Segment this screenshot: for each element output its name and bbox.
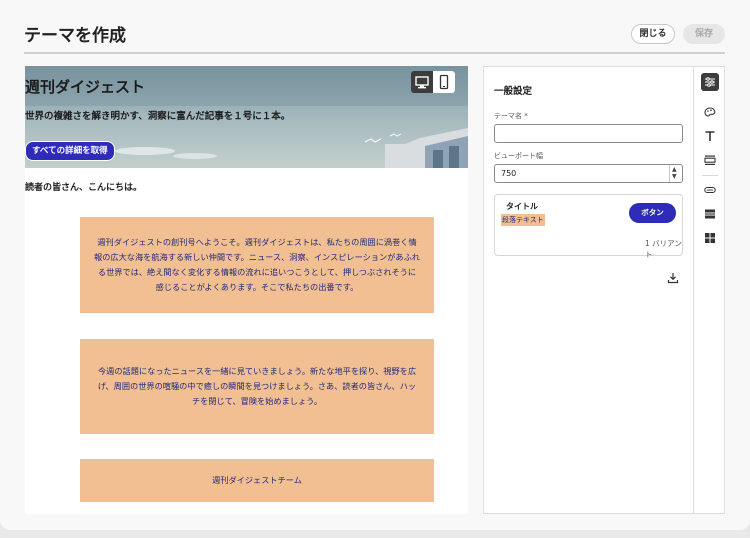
theme-name-input[interactable] <box>494 124 683 143</box>
content-block: 週刊ダイジェストの創刊号へようこそ。週刊ダイジェストは、私たちの周囲に渦巻く情報… <box>80 217 434 313</box>
viewport-width-value: 750 <box>501 169 517 178</box>
theme-editor-window: テーマを作成 閉じる 保存 週刊ダイジェスト 世界の複雑さを解き明かす、洞察に富… <box>0 0 750 530</box>
signature-block: 週刊ダイジェストチーム <box>80 459 434 502</box>
image-block-icon[interactable] <box>701 151 719 169</box>
variant-paragraph: 段落テキスト <box>501 214 545 226</box>
rail-divider <box>702 175 718 176</box>
theme-name-label: テーマ名 * <box>494 112 528 120</box>
page-title: テーマを作成 <box>24 26 126 46</box>
hero-cta-button[interactable]: すべての詳細を取得 <box>25 141 115 161</box>
close-button[interactable]: 閉じる <box>631 24 675 44</box>
stepper-controls: ▲ ▼ <box>669 165 682 182</box>
grid-icon[interactable] <box>701 229 719 247</box>
viewport-width-stepper[interactable]: 750 ▲ ▼ <box>494 164 683 183</box>
email-preview: 週刊ダイジェスト 世界の複雑さを解き明かす、洞察に富んだ記事を１号に１本。 すべ… <box>25 66 468 514</box>
sliders-icon[interactable] <box>701 73 719 91</box>
greeting-text: 読者の皆さん、こんにちは。 <box>25 183 143 193</box>
device-toggle <box>411 71 455 93</box>
palette-icon[interactable] <box>701 103 719 121</box>
variant-title: タイトル <box>506 202 538 211</box>
desktop-icon[interactable] <box>411 71 433 93</box>
header: テーマを作成 閉じる 保存 <box>0 0 750 56</box>
header-divider <box>24 52 725 54</box>
variant-card[interactable]: タイトル 段落テキスト ボタン 1 バリアント <box>494 194 683 259</box>
viewport-width-label: ビューポート幅 <box>494 152 543 160</box>
variant-button[interactable]: ボタン <box>629 203 676 223</box>
general-settings: 一般設定 テーマ名 * ビューポート幅 750 ▲ ▼ タイトル 段落テキスト … <box>484 67 694 513</box>
mobile-icon[interactable] <box>433 71 455 93</box>
hero-banner: 週刊ダイジェスト 世界の複雑さを解き明かす、洞察に富んだ記事を１号に１本。 すべ… <box>25 66 468 168</box>
tool-rail <box>695 67 725 513</box>
divider-icon[interactable] <box>701 205 719 223</box>
chevron-down-icon[interactable]: ▼ <box>672 174 677 180</box>
text-icon[interactable] <box>701 127 719 145</box>
button-icon[interactable] <box>701 181 719 199</box>
section-title: 一般設定 <box>494 86 533 97</box>
content-block: 今週の話題になったニュースを一緒に見ていきましょう。新たな地平を探り、視野を広げ… <box>80 339 434 434</box>
save-button[interactable]: 保存 <box>683 24 725 44</box>
variant-count: 1 バリアント <box>645 239 682 259</box>
hero-subtitle: 世界の複雑さを解き明かす、洞察に富んだ記事を１号に１本。 <box>25 111 291 122</box>
download-icon[interactable] <box>667 269 679 284</box>
hero-title: 週刊ダイジェスト <box>25 78 146 96</box>
settings-panel: 一般設定 テーマ名 * ビューポート幅 750 ▲ ▼ タイトル 段落テキスト … <box>483 66 725 514</box>
